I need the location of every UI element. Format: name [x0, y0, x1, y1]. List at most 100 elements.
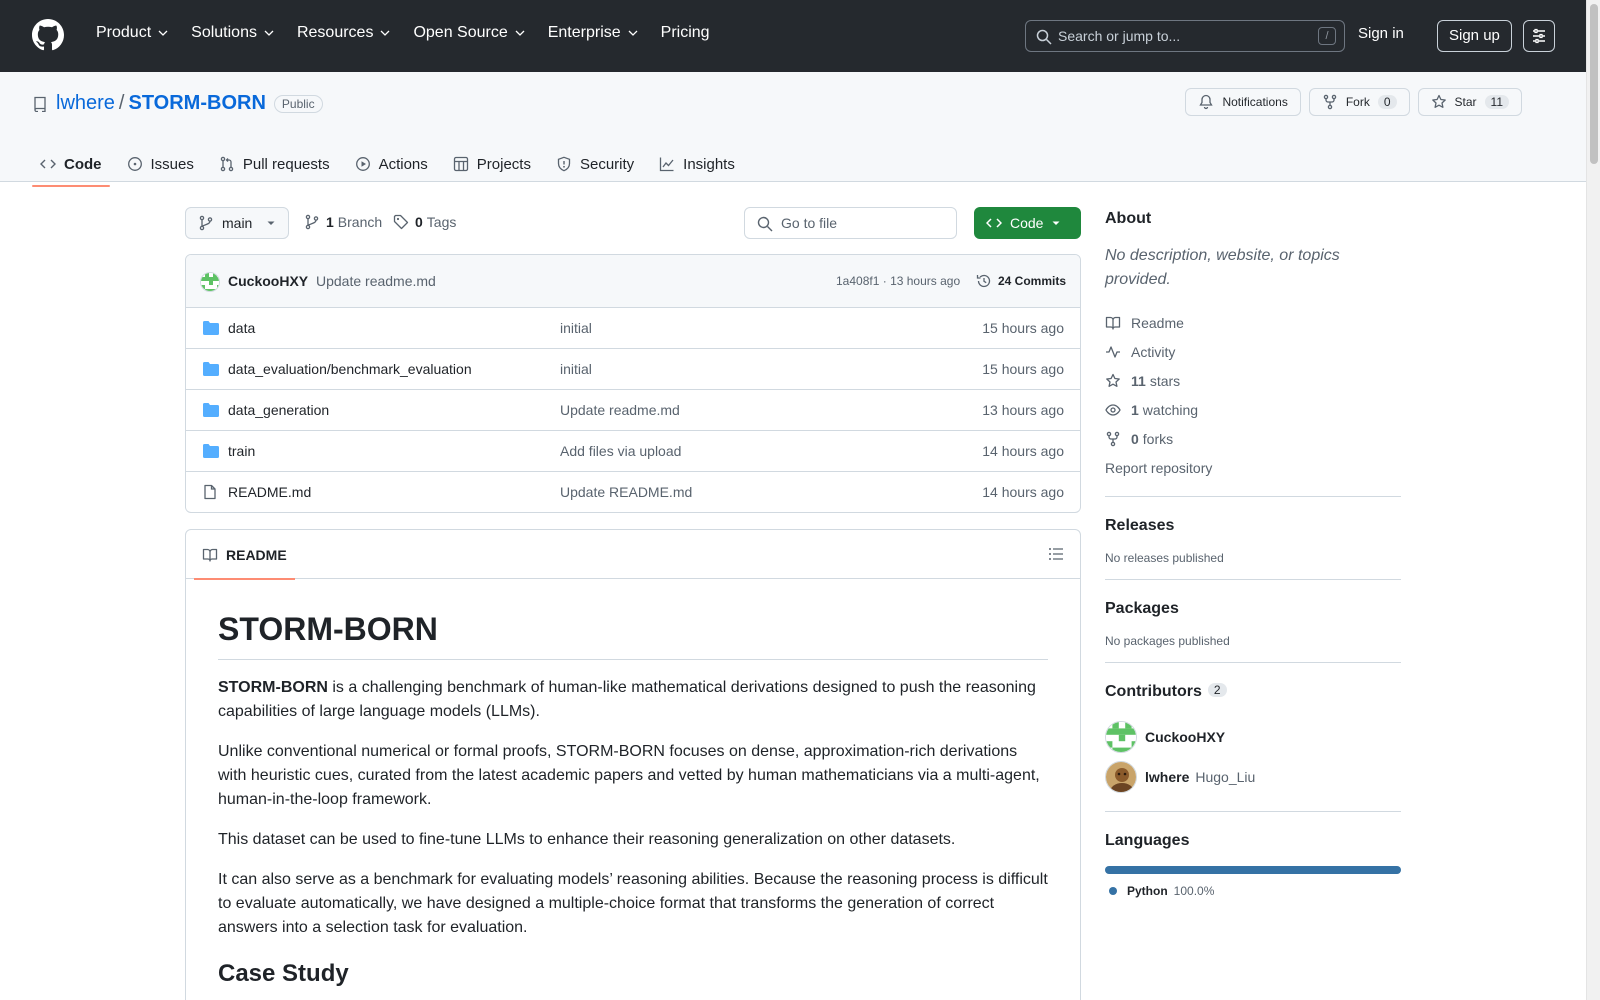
- file-commit-time: 15 hours ago: [982, 361, 1064, 377]
- packages-section: Packages No packages published: [1105, 579, 1401, 648]
- forks-label: forks: [1142, 430, 1174, 447]
- file-commit-message[interactable]: Update README.md: [560, 484, 692, 500]
- tab-pull-requests[interactable]: Pull requests: [211, 146, 338, 182]
- languages-title: Languages: [1105, 832, 1190, 849]
- contributor-item[interactable]: lwhere Hugo_Liu: [1105, 757, 1401, 797]
- nav-open-source[interactable]: Open Source: [405, 22, 533, 44]
- contributors-title[interactable]: Contributors 2: [1105, 683, 1401, 701]
- fork-label: Fork: [1345, 95, 1370, 109]
- star-count: 11: [1484, 95, 1509, 109]
- activity-link[interactable]: Activity: [1105, 337, 1401, 366]
- star-button[interactable]: Star 11: [1417, 88, 1522, 116]
- global-search-input[interactable]: Search or jump to... /: [1025, 20, 1345, 52]
- folder-icon: [203, 444, 219, 458]
- fork-button[interactable]: Fork 0: [1308, 88, 1410, 116]
- star-label: Star: [1454, 95, 1477, 109]
- page-scrollbar[interactable]: [1586, 0, 1600, 1000]
- file-name[interactable]: train: [228, 443, 255, 459]
- sign-in-link[interactable]: Sign in: [1358, 25, 1404, 42]
- settings-menu-button[interactable]: [1523, 20, 1555, 52]
- watching-link[interactable]: 1 watching: [1105, 395, 1401, 424]
- tab-security[interactable]: Security: [548, 146, 642, 182]
- stars-count: 11: [1131, 372, 1146, 389]
- nav-enterprise[interactable]: Enterprise: [540, 22, 647, 44]
- shield-icon: [557, 156, 571, 172]
- commit-message-link[interactable]: Update readme.md: [316, 273, 436, 289]
- repo-header: lwhere / STORM-BORN Public Notifications…: [0, 72, 1586, 187]
- file-name[interactable]: data: [228, 320, 255, 336]
- repo-owner-link[interactable]: lwhere: [56, 92, 115, 115]
- sign-up-button[interactable]: Sign up: [1437, 20, 1512, 52]
- readme-link[interactable]: Readme: [1105, 308, 1401, 337]
- code-button-label: Code: [1010, 215, 1044, 231]
- outline-list-icon[interactable]: [1048, 546, 1064, 562]
- tab-code[interactable]: Code: [32, 146, 110, 187]
- repo-name-link[interactable]: STORM-BORN: [128, 92, 265, 115]
- tab-projects[interactable]: Projects: [445, 146, 539, 182]
- report-repository-link[interactable]: Report repository: [1105, 453, 1401, 482]
- nav-solutions[interactable]: Solutions: [183, 22, 283, 44]
- file-icon: [204, 484, 216, 500]
- readme-tab[interactable]: README: [194, 530, 295, 580]
- folder-icon: [203, 321, 219, 335]
- language-item[interactable]: Python 100.0%: [1105, 884, 1401, 898]
- readme-panel: README STORM-BORN STORM-BORN is a challe…: [185, 529, 1081, 1000]
- forks-link[interactable]: 0 forks: [1105, 424, 1401, 453]
- tags-link[interactable]: 0 Tags: [393, 214, 456, 230]
- tab-actions[interactable]: Actions: [347, 146, 436, 182]
- github-logo-icon[interactable]: [32, 19, 64, 51]
- file-name[interactable]: data_generation: [228, 402, 329, 418]
- file-row-data-generation[interactable]: data_generation Update readme.md 13 hour…: [186, 390, 1080, 431]
- languages-section: Languages Python 100.0%: [1105, 811, 1401, 898]
- nav-product[interactable]: Product: [88, 22, 177, 44]
- tab-insights[interactable]: Insights: [651, 146, 743, 182]
- file-row-train[interactable]: train Add files via upload 14 hours ago: [186, 431, 1080, 472]
- avatar: [1105, 761, 1137, 793]
- watching-label: watching: [1142, 401, 1199, 418]
- go-to-file-input[interactable]: Go to file: [744, 207, 957, 239]
- contributor-item[interactable]: CuckooHXY: [1105, 717, 1401, 757]
- scrollbar-thumb[interactable]: [1590, 4, 1598, 164]
- search-icon: [1036, 29, 1052, 45]
- branches-link[interactable]: 1 Branch: [304, 214, 382, 230]
- chevron-down-icon: [628, 30, 638, 36]
- identicon-icon: [201, 273, 219, 291]
- file-name[interactable]: README.md: [228, 484, 311, 500]
- contributor-name: Hugo_Liu: [1195, 769, 1256, 785]
- file-commit-message[interactable]: initial: [560, 361, 592, 377]
- latest-commit-bar: CuckooHXY Update readme.md 1a408f1 · 13 …: [186, 255, 1080, 308]
- search-icon: [757, 216, 773, 232]
- branch-selector[interactable]: main: [185, 207, 290, 239]
- notifications-button[interactable]: Notifications: [1185, 88, 1301, 116]
- commit-author-link[interactable]: CuckooHXY: [228, 273, 308, 289]
- commit-sha[interactable]: 1a408f1 · 13 hours ago: [836, 274, 960, 288]
- readme-paragraph: It can also serve as a benchmark for eva…: [218, 871, 1048, 936]
- table-icon: [453, 156, 468, 172]
- file-commit-message[interactable]: Update readme.md: [560, 402, 680, 418]
- file-row-data[interactable]: data initial 15 hours ago: [186, 308, 1080, 349]
- avatar[interactable]: [200, 272, 220, 292]
- user-photo-icon: [1106, 762, 1136, 792]
- file-row-data-evaluation[interactable]: data_evaluation/benchmark_evaluation ini…: [186, 349, 1080, 390]
- nav-pricing[interactable]: Pricing: [653, 22, 718, 44]
- code-download-button[interactable]: Code: [974, 207, 1081, 239]
- file-commit-message[interactable]: Add files via upload: [560, 443, 681, 459]
- releases-section: Releases No releases published: [1105, 496, 1401, 565]
- file-commit-message[interactable]: initial: [560, 320, 592, 336]
- readme-paragraph: Unlike conventional numerical or formal …: [218, 743, 1040, 808]
- nav-resources[interactable]: Resources: [289, 22, 399, 44]
- tab-issues[interactable]: Issues: [119, 146, 202, 182]
- repo-tabs: Code Issues Pull requests Actions Projec…: [32, 146, 752, 187]
- file-name[interactable]: data_evaluation/benchmark_evaluation: [228, 361, 472, 377]
- stars-link[interactable]: 11 stars: [1105, 366, 1401, 395]
- global-header: Product Solutions Resources Open Source …: [0, 0, 1586, 72]
- commit-history-link[interactable]: 24 Commits: [976, 273, 1066, 289]
- file-row-readme[interactable]: README.md Update README.md 14 hours ago: [186, 472, 1080, 512]
- play-icon: [355, 157, 370, 171]
- packages-title[interactable]: Packages: [1105, 600, 1401, 618]
- releases-title[interactable]: Releases: [1105, 517, 1401, 535]
- file-commit-time: 14 hours ago: [982, 443, 1064, 459]
- commit-count-label: 24 Commits: [998, 274, 1067, 288]
- contributor-login: lwhere: [1145, 769, 1190, 785]
- caret-down-icon: [267, 221, 275, 225]
